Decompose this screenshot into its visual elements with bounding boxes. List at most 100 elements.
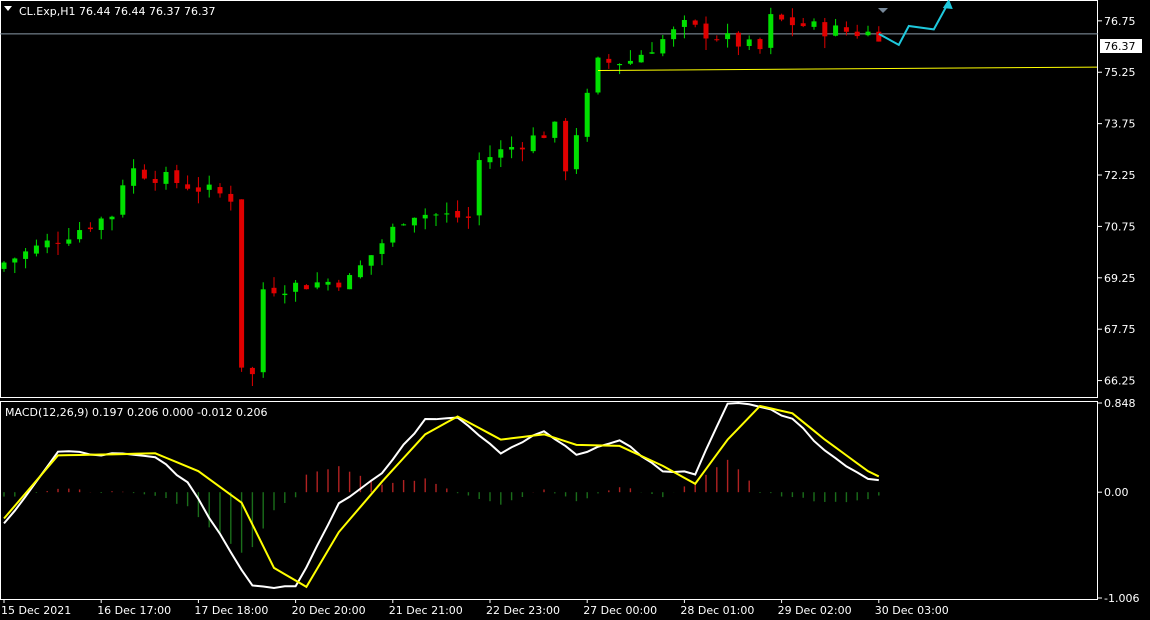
time-tick-label: 30 Dec 03:00	[875, 604, 949, 617]
candle-body	[87, 227, 93, 230]
candle-body	[800, 23, 806, 27]
candle-body	[98, 218, 104, 230]
price-tick-label: 73.75	[1104, 118, 1136, 131]
candle-body	[595, 57, 601, 93]
macd-tick-label: 0.848	[1104, 397, 1136, 410]
candle-body	[692, 20, 698, 25]
time-tick-label: 21 Dec 21:00	[389, 604, 463, 617]
candle-body	[681, 20, 687, 27]
current-price-label: 76.37	[1104, 40, 1136, 53]
candle-body	[163, 171, 169, 184]
candle-body	[217, 187, 223, 194]
candle-body	[357, 265, 363, 278]
candle-body	[617, 63, 623, 66]
candle-body	[303, 285, 309, 290]
candle-body	[271, 287, 277, 294]
candle-body	[379, 243, 385, 254]
candle-body	[347, 275, 353, 290]
candle-body	[843, 27, 849, 32]
candle-body	[789, 17, 795, 26]
price-tick-label: 76.75	[1104, 15, 1136, 28]
chart-window[interactable]: CL.Exp,H1 76.44 76.44 76.37 76.37 76.75 7…	[0, 0, 1150, 620]
candle-body	[746, 39, 752, 46]
candle-body	[12, 258, 18, 263]
candle-body	[725, 33, 731, 40]
candle-body	[854, 31, 860, 37]
candle	[260, 282, 266, 378]
time-tick-label: 27 Dec 00:00	[583, 604, 657, 617]
candle-body	[109, 216, 115, 220]
candle-body	[44, 240, 50, 248]
candle-body	[498, 149, 504, 158]
price-tick-label: 72.25	[1104, 169, 1136, 182]
candle-body	[433, 214, 439, 216]
candle-body	[23, 251, 29, 259]
candle-body	[865, 31, 871, 36]
candle-body	[811, 21, 817, 27]
candle-body	[411, 217, 417, 226]
candle-body	[703, 23, 709, 39]
candle-body	[876, 31, 882, 42]
candle-body	[649, 52, 655, 54]
candle-body	[833, 25, 839, 36]
candle	[120, 179, 126, 218]
candle-body	[444, 213, 450, 215]
price-tick-label: 67.75	[1104, 323, 1136, 336]
candle-body	[779, 14, 785, 20]
time-tick-label: 29 Dec 02:00	[778, 604, 852, 617]
candle-body	[563, 120, 569, 172]
candle-body	[141, 169, 147, 179]
time-tick-label: 17 Dec 18:00	[194, 604, 268, 617]
candle-body	[768, 14, 774, 48]
candle-body	[757, 39, 763, 50]
candle-body	[487, 157, 493, 163]
candle-body	[282, 293, 288, 296]
candle-body	[239, 199, 245, 368]
macd-header: MACD(12,26,9) 0.197 0.206 0.000 -0.012 0…	[5, 406, 267, 419]
candle-body	[476, 160, 482, 216]
time-tick-label: 16 Dec 17:00	[97, 604, 171, 617]
candle-body	[714, 39, 720, 41]
candle-body	[671, 29, 677, 40]
candle-body	[638, 54, 644, 63]
candle-body	[185, 184, 191, 189]
candle	[563, 118, 569, 181]
candle-body	[293, 282, 299, 292]
candle-body	[120, 185, 126, 215]
macd-tick-label: -1.006	[1104, 592, 1139, 605]
symbol-header: CL.Exp,H1 76.44 76.44 76.37 76.37	[19, 5, 215, 18]
macd-tick-label: 0.00	[1104, 486, 1129, 499]
candle-body	[822, 22, 828, 37]
candle-body	[66, 239, 72, 244]
price-tick-label: 70.75	[1104, 220, 1136, 233]
candle-body	[573, 135, 579, 170]
time-tick-label: 15 Dec 2021	[1, 604, 71, 617]
candle-body	[55, 242, 61, 244]
price-tick-label: 75.25	[1104, 66, 1136, 79]
candle-body	[509, 147, 515, 150]
candle	[595, 56, 601, 95]
candle-body	[249, 367, 255, 375]
chart-background	[0, 0, 1150, 620]
candle-body	[606, 58, 612, 63]
candle-body	[195, 187, 201, 192]
candle	[476, 152, 482, 226]
candle-body	[260, 289, 266, 373]
candle-body	[519, 147, 525, 150]
candle-body	[206, 184, 212, 190]
time-tick-label: 22 Dec 23:00	[486, 604, 560, 617]
candle-body	[152, 178, 158, 183]
candle-body	[627, 60, 633, 64]
candle-body	[131, 168, 137, 186]
candle	[347, 273, 353, 290]
candle-body	[33, 245, 39, 254]
candle-body	[552, 121, 558, 138]
candle-body	[1, 262, 7, 269]
candle-body	[422, 214, 428, 219]
candle-body	[314, 282, 320, 288]
candle-body	[336, 282, 342, 288]
candle-body	[660, 39, 666, 54]
time-tick-label: 20 Dec 20:00	[292, 604, 366, 617]
candle-body	[465, 216, 471, 218]
candle-body	[77, 230, 83, 240]
